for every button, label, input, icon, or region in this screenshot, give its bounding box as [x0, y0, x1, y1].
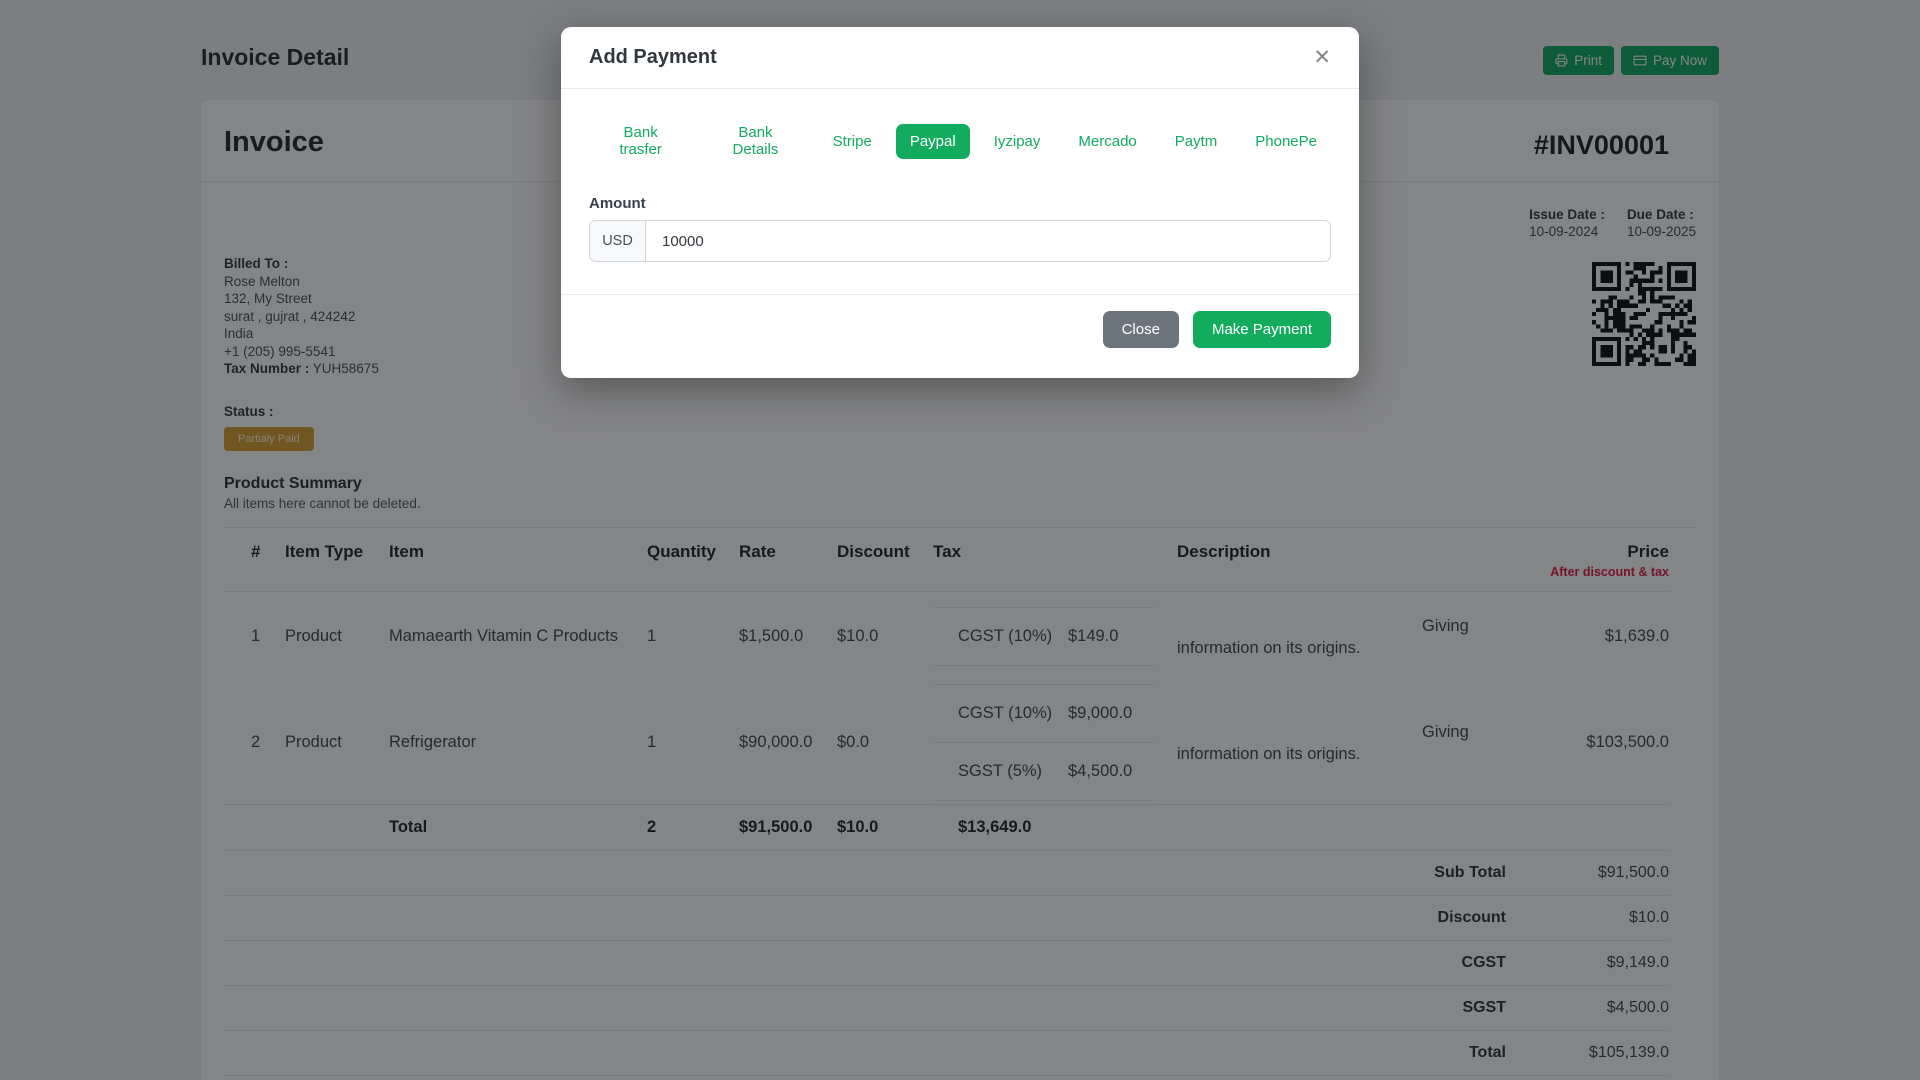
close-icon[interactable]: ✕ [1313, 47, 1331, 68]
modal-footer: Close Make Payment [561, 294, 1359, 378]
tab-stripe[interactable]: Stripe [819, 124, 886, 159]
tab-iyzipay[interactable]: Iyzipay [980, 124, 1055, 159]
tab-paypal[interactable]: Paypal [895, 123, 970, 159]
modal-body: Bank trasfer Bank Details Stripe Paypal … [561, 89, 1359, 266]
amount-input[interactable] [646, 221, 1330, 261]
tab-phonepe[interactable]: PhonePe [1241, 124, 1331, 159]
amount-input-group: USD [589, 220, 1331, 262]
currency-prefix: USD [590, 221, 646, 261]
amount-label: Amount [589, 195, 646, 212]
tab-bank-transfer[interactable]: Bank trasfer [589, 115, 692, 167]
make-payment-button[interactable]: Make Payment [1192, 311, 1331, 348]
invoice-detail-page: Invoice Detail Print Pay Now Invoice #IN… [0, 0, 1920, 1080]
tab-bank-details[interactable]: Bank Details [702, 115, 808, 167]
add-payment-modal: Add Payment ✕ Bank trasfer Bank Details … [561, 27, 1359, 378]
close-button[interactable]: Close [1102, 311, 1179, 348]
modal-header: Add Payment ✕ [561, 27, 1359, 89]
modal-title: Add Payment [589, 46, 717, 68]
tab-mercado[interactable]: Mercado [1064, 124, 1150, 159]
payment-method-tabs: Bank trasfer Bank Details Stripe Paypal … [589, 115, 1331, 167]
tab-paytm[interactable]: Paytm [1161, 124, 1232, 159]
